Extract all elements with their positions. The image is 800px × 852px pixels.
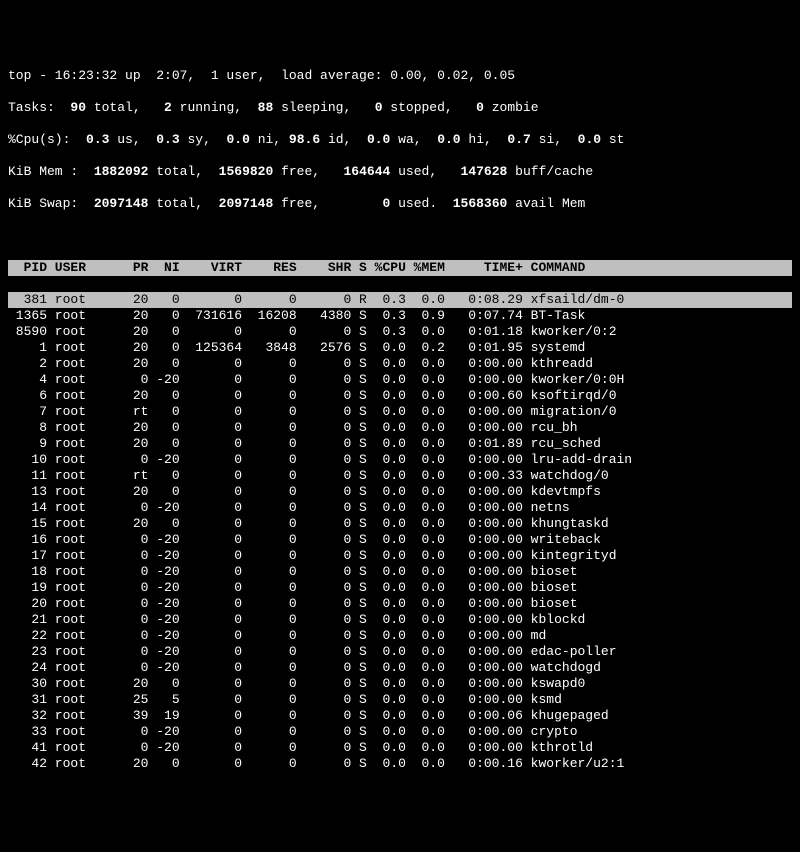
- process-row[interactable]: 17 root 0 -20 0 0 0 S 0.0 0.0 0:00.00 ki…: [8, 548, 792, 564]
- process-row[interactable]: 18 root 0 -20 0 0 0 S 0.0 0.0 0:00.00 bi…: [8, 564, 792, 580]
- process-row[interactable]: 1365 root 20 0 731616 16208 4380 S 0.3 0…: [8, 308, 792, 324]
- process-row[interactable]: 33 root 0 -20 0 0 0 S 0.0 0.0 0:00.00 cr…: [8, 724, 792, 740]
- process-row[interactable]: 31 root 25 5 0 0 0 S 0.0 0.0 0:00.00 ksm…: [8, 692, 792, 708]
- process-row[interactable]: 23 root 0 -20 0 0 0 S 0.0 0.0 0:00.00 ed…: [8, 644, 792, 660]
- process-row[interactable]: 15 root 20 0 0 0 0 S 0.0 0.0 0:00.00 khu…: [8, 516, 792, 532]
- process-row[interactable]: 9 root 20 0 0 0 0 S 0.0 0.0 0:01.89 rcu_…: [8, 436, 792, 452]
- process-row[interactable]: 32 root 39 19 0 0 0 S 0.0 0.0 0:00.06 kh…: [8, 708, 792, 724]
- process-row[interactable]: 2 root 20 0 0 0 0 S 0.0 0.0 0:00.00 kthr…: [8, 356, 792, 372]
- process-row[interactable]: 8590 root 20 0 0 0 0 S 0.3 0.0 0:01.18 k…: [8, 324, 792, 340]
- process-list[interactable]: 381 root 20 0 0 0 0 R 0.3 0.0 0:08.29 xf…: [8, 292, 792, 772]
- process-row[interactable]: 20 root 0 -20 0 0 0 S 0.0 0.0 0:00.00 bi…: [8, 596, 792, 612]
- top-swap-line: KiB Swap: 2097148 total, 2097148 free, 0…: [8, 196, 792, 212]
- top-cpu-line: %Cpu(s): 0.3 us, 0.3 sy, 0.0 ni, 98.6 id…: [8, 132, 792, 148]
- process-row[interactable]: 16 root 0 -20 0 0 0 S 0.0 0.0 0:00.00 wr…: [8, 532, 792, 548]
- process-row[interactable]: 4 root 0 -20 0 0 0 S 0.0 0.0 0:00.00 kwo…: [8, 372, 792, 388]
- blank-line: [8, 228, 792, 244]
- process-row[interactable]: 21 root 0 -20 0 0 0 S 0.0 0.0 0:00.00 kb…: [8, 612, 792, 628]
- process-row[interactable]: 22 root 0 -20 0 0 0 S 0.0 0.0 0:00.00 md: [8, 628, 792, 644]
- process-columns-header[interactable]: PID USER PR NI VIRT RES SHR S %CPU %MEM …: [8, 260, 792, 276]
- process-row[interactable]: 7 root rt 0 0 0 0 S 0.0 0.0 0:00.00 migr…: [8, 404, 792, 420]
- process-row[interactable]: 10 root 0 -20 0 0 0 S 0.0 0.0 0:00.00 lr…: [8, 452, 792, 468]
- process-row[interactable]: 13 root 20 0 0 0 0 S 0.0 0.0 0:00.00 kde…: [8, 484, 792, 500]
- process-row[interactable]: 42 root 20 0 0 0 0 S 0.0 0.0 0:00.16 kwo…: [8, 756, 792, 772]
- process-row[interactable]: 19 root 0 -20 0 0 0 S 0.0 0.0 0:00.00 bi…: [8, 580, 792, 596]
- process-row[interactable]: 30 root 20 0 0 0 0 S 0.0 0.0 0:00.00 ksw…: [8, 676, 792, 692]
- top-mem-line: KiB Mem : 1882092 total, 1569820 free, 1…: [8, 164, 792, 180]
- process-row[interactable]: 8 root 20 0 0 0 0 S 0.0 0.0 0:00.00 rcu_…: [8, 420, 792, 436]
- process-row[interactable]: 6 root 20 0 0 0 0 S 0.0 0.0 0:00.60 ksof…: [8, 388, 792, 404]
- top-tasks-line: Tasks: 90 total, 2 running, 88 sleeping,…: [8, 100, 792, 116]
- top-uptime-line: top - 16:23:32 up 2:07, 1 user, load ave…: [8, 68, 792, 84]
- process-row[interactable]: 381 root 20 0 0 0 0 R 0.3 0.0 0:08.29 xf…: [8, 292, 792, 308]
- process-row[interactable]: 41 root 0 -20 0 0 0 S 0.0 0.0 0:00.00 kt…: [8, 740, 792, 756]
- process-row[interactable]: 1 root 20 0 125364 3848 2576 S 0.0 0.2 0…: [8, 340, 792, 356]
- process-row[interactable]: 24 root 0 -20 0 0 0 S 0.0 0.0 0:00.00 wa…: [8, 660, 792, 676]
- process-row[interactable]: 11 root rt 0 0 0 0 S 0.0 0.0 0:00.33 wat…: [8, 468, 792, 484]
- process-row[interactable]: 14 root 0 -20 0 0 0 S 0.0 0.0 0:00.00 ne…: [8, 500, 792, 516]
